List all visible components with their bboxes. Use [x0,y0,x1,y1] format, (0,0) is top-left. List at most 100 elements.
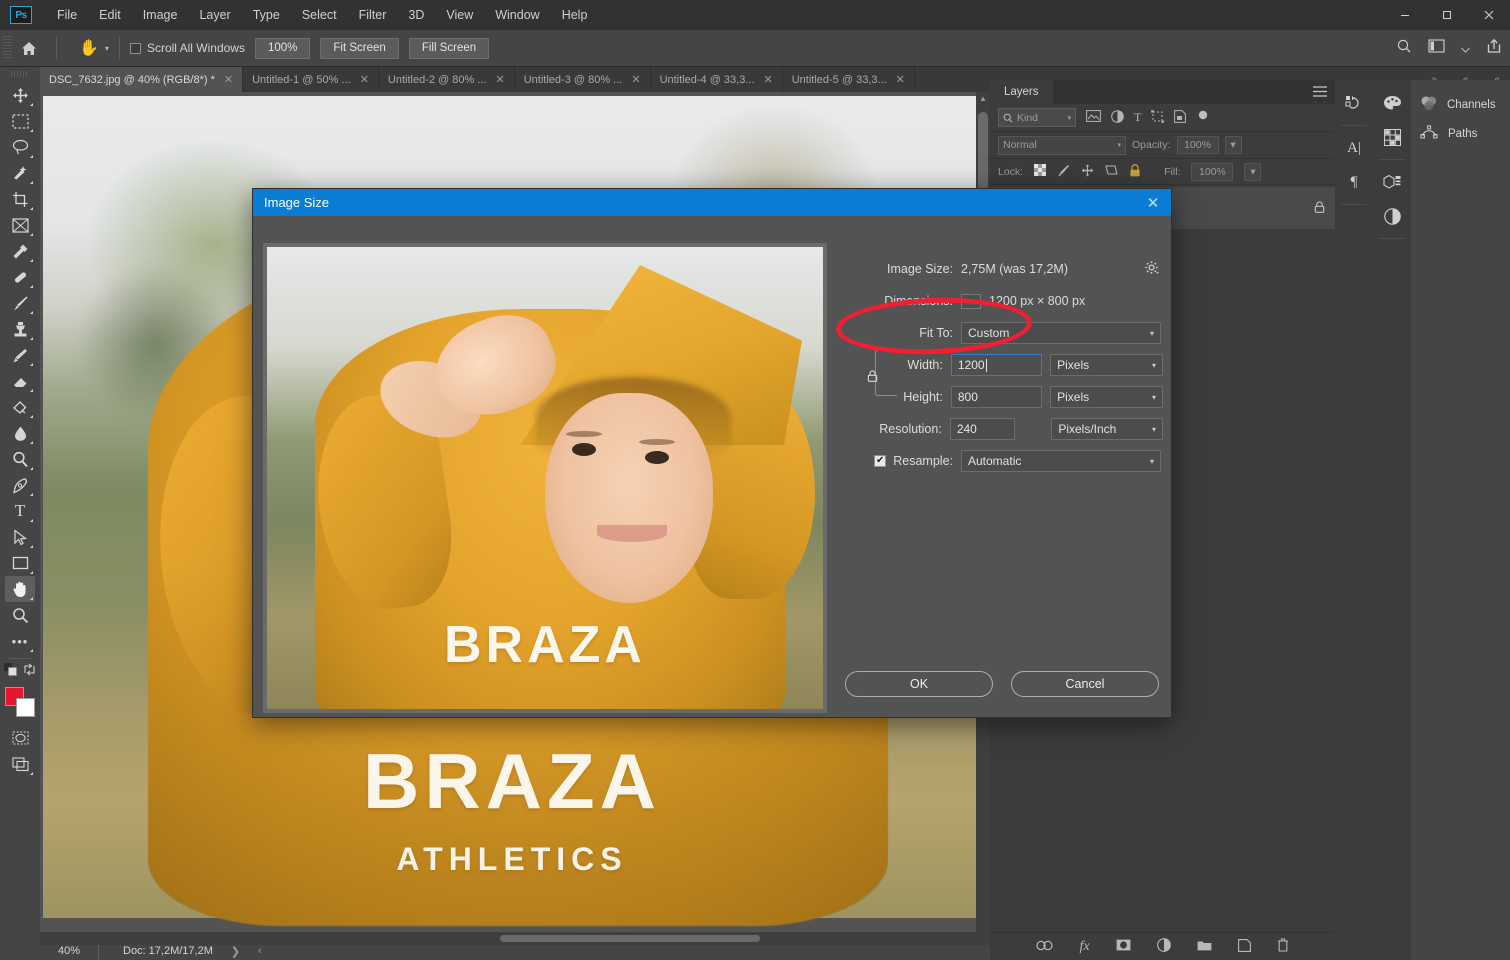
tab-untitled-3[interactable]: Untitled-3 @ 80% ... ✕ [515,67,651,92]
pixel-layer-filter-icon[interactable] [1086,110,1101,125]
close-icon[interactable]: ✕ [224,73,233,86]
chevron-down-icon[interactable]: ▾ [961,294,981,309]
layer-filter-kind-select[interactable]: Kind ▾ [998,108,1076,127]
brush-tool[interactable] [5,290,35,316]
chevron-down-icon[interactable]: ▾ [105,44,109,53]
swap-colors-icon[interactable] [23,663,36,681]
menu-type[interactable]: Type [242,0,291,30]
current-tool-preset[interactable]: ✋ ▾ [79,38,109,58]
height-unit-select[interactable]: Pixels ▾ [1050,386,1163,408]
status-collapse-arrow[interactable]: ‹ [258,945,262,957]
options-bar-grip[interactable] [3,36,12,60]
share-icon[interactable] [1486,38,1502,58]
paths-panel-item[interactable]: Paths [1411,119,1510,148]
default-colors-icon[interactable] [4,663,17,681]
gradient-tool[interactable] [5,394,35,420]
menu-select[interactable]: Select [291,0,348,30]
fit-screen-button[interactable]: Fit Screen [320,38,398,59]
tab-dsc-7632[interactable]: DSC_7632.jpg @ 40% (RGB/8*) * ✕ [40,67,243,92]
menu-image[interactable]: Image [132,0,189,30]
home-icon[interactable] [12,31,46,65]
menu-window[interactable]: Window [484,0,550,30]
filter-toggle-icon[interactable] [1196,109,1210,126]
background-color-swatch[interactable] [16,698,35,717]
eyedropper-tool[interactable] [5,238,35,264]
width-unit-select[interactable]: Pixels ▾ [1050,354,1163,376]
close-icon[interactable]: ✕ [496,73,505,86]
swatches-icon[interactable] [1377,122,1407,152]
menu-layer[interactable]: Layer [188,0,241,30]
delete-layer-icon[interactable] [1277,938,1289,955]
cancel-button[interactable]: Cancel [1011,671,1159,697]
height-input[interactable]: 800 [951,386,1042,408]
close-icon[interactable]: ✕ [896,73,905,86]
resample-select[interactable]: Automatic ▾ [961,450,1161,472]
resolution-unit-select[interactable]: Pixels/Inch ▾ [1051,418,1163,440]
resolution-input[interactable]: 240 [950,418,1016,440]
frame-tool[interactable] [5,212,35,238]
zoom-tool[interactable] [5,602,35,628]
search-icon[interactable] [1396,38,1412,58]
magic-wand-tool[interactable] [5,160,35,186]
fill-screen-button[interactable]: Fill Screen [409,38,489,59]
lock-image-pixels-icon[interactable] [1057,164,1070,180]
crop-tool[interactable] [5,186,35,212]
tab-untitled-5[interactable]: Untitled-5 @ 33,3... ✕ [783,67,915,92]
menu-help[interactable]: Help [551,0,599,30]
add-layer-style-icon[interactable]: fx [1079,939,1089,955]
ok-button[interactable]: OK [845,671,993,697]
image-preview-frame[interactable]: BRAZA [263,243,827,713]
menu-file[interactable]: File [46,0,88,30]
shape-layer-filter-icon[interactable] [1151,110,1164,126]
lock-position-icon[interactable] [1081,164,1094,180]
width-input[interactable]: 1200 [951,354,1042,376]
opacity-stepper[interactable]: ▾ [1225,136,1242,154]
blur-tool[interactable] [5,420,35,446]
close-icon[interactable]: ✕ [631,73,640,86]
close-icon[interactable]: ✕ [360,73,369,86]
panel-menu-icon[interactable] [1313,86,1327,99]
history-brush-tool[interactable] [5,342,35,368]
eraser-tool[interactable] [5,368,35,394]
tab-untitled-2[interactable]: Untitled-2 @ 80% ... ✕ [379,67,515,92]
menu-3d[interactable]: 3D [397,0,435,30]
lasso-tool[interactable] [5,134,35,160]
canvas-horizontal-scrollbar[interactable] [40,932,990,945]
close-icon[interactable]: ✕ [764,73,773,86]
fill-value[interactable]: 100% [1191,163,1233,181]
tab-untitled-4[interactable]: Untitled-4 @ 33,3... ✕ [651,67,783,92]
scroll-all-windows-checkbox[interactable]: Scroll All Windows [130,41,245,55]
character-icon[interactable]: A| [1339,133,1369,163]
blend-mode-select[interactable]: Normal ▾ [998,136,1126,155]
status-zoom-level[interactable]: 40% [40,945,98,957]
healing-brush-tool[interactable] [5,264,35,290]
gear-icon[interactable] [1145,261,1159,278]
lock-transparent-pixels-icon[interactable] [1034,164,1046,179]
fill-stepper[interactable]: ▾ [1244,163,1261,181]
lock-all-icon[interactable] [1129,164,1141,180]
tab-layers[interactable]: Layers [990,80,1053,104]
path-selection-tool[interactable] [5,524,35,550]
status-expand-arrow[interactable]: ❯ [231,945,240,958]
color-swatches[interactable] [5,687,35,717]
dodge-tool[interactable] [5,446,35,472]
new-layer-icon[interactable] [1238,939,1251,955]
quick-mask-icon[interactable] [5,725,35,751]
type-tool[interactable]: T [5,498,35,524]
opacity-value[interactable]: 100% [1177,136,1219,154]
zoom-100-button[interactable]: 100% [255,38,310,59]
menu-filter[interactable]: Filter [348,0,398,30]
paragraph-icon[interactable]: ¶ [1339,167,1369,197]
history-icon[interactable] [1339,88,1369,118]
close-icon[interactable]: ✕ [1143,194,1163,212]
clone-stamp-tool[interactable] [5,316,35,342]
link-layers-icon[interactable] [1036,939,1053,954]
tab-untitled-1[interactable]: Untitled-1 @ 50% ... ✕ [243,67,379,92]
chevron-down-icon[interactable]: ▾ [1067,114,1071,122]
libraries-icon[interactable] [1377,167,1407,197]
close-button[interactable] [1468,0,1510,30]
maximize-button[interactable] [1426,0,1468,30]
rectangle-tool[interactable] [5,550,35,576]
lock-artboard-icon[interactable] [1105,164,1118,179]
fit-to-select[interactable]: Custom ▾ [961,322,1161,344]
